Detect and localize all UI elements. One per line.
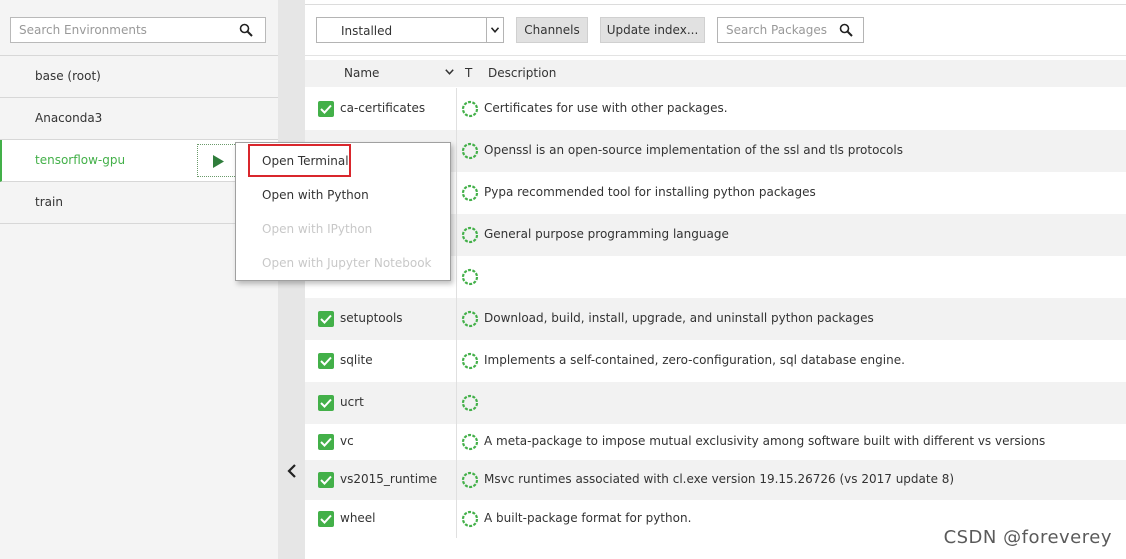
package-search-input[interactable]	[718, 18, 833, 42]
menu-item-open-with-ipython: Open with IPython	[262, 222, 373, 236]
search-icon[interactable]	[239, 23, 253, 37]
column-divider	[456, 130, 457, 172]
environment-run-button[interactable]	[197, 144, 237, 177]
table-row[interactable]: vc A meta-package to impose mutual exclus…	[305, 424, 1126, 460]
column-divider	[456, 256, 457, 298]
checkmark-icon	[320, 356, 332, 366]
menu-item-open-terminal[interactable]: Open Terminal	[262, 154, 349, 168]
column-header-name[interactable]: Name	[344, 66, 379, 80]
watermark: CSDN @foreverey	[943, 527, 1112, 548]
sort-chevron-down-icon[interactable]	[445, 69, 454, 75]
dropdown-arrow[interactable]	[486, 18, 503, 42]
package-description: A built-package format for python.	[484, 511, 692, 525]
column-divider	[456, 460, 457, 500]
checkmark-icon	[320, 437, 332, 447]
package-name: ca-certificates	[340, 101, 426, 115]
installed-checkbox[interactable]	[318, 511, 334, 527]
package-name: vs2015_runtime	[340, 472, 438, 486]
package-description: Download, build, install, upgrade, and u…	[484, 311, 874, 325]
environment-search-box[interactable]	[10, 17, 266, 43]
environment-label: train	[35, 195, 63, 209]
package-name: sqlite	[340, 353, 373, 367]
table-row[interactable]: ucrt	[305, 382, 1126, 424]
package-status-icon[interactable]	[461, 268, 479, 286]
package-description: Openssl is an open-source implementation…	[484, 143, 903, 157]
package-status-icon[interactable]	[461, 471, 479, 489]
divider	[305, 4, 1126, 5]
menu-item-open-with-jupyter-notebook: Open with Jupyter Notebook	[262, 256, 432, 270]
checkmark-icon	[320, 475, 332, 485]
environment-label: tensorflow-gpu	[35, 153, 126, 167]
update-index-button[interactable]: Update index...	[600, 17, 705, 43]
environment-context-menu: Open Terminal Open with Python Open with…	[235, 142, 451, 281]
environment-label: Anaconda3	[35, 111, 103, 125]
play-icon	[213, 155, 224, 168]
column-divider	[456, 382, 457, 424]
environment-item-base[interactable]: base (root)	[0, 56, 278, 98]
anaconda-navigator-window: base (root) Anaconda3 tensorflow-gpu tra…	[0, 0, 1126, 559]
table-row[interactable]: sqlite Implements a self-contained, zero-…	[305, 340, 1126, 382]
package-description: Certificates for use with other packages…	[484, 101, 728, 115]
menu-item-open-with-python[interactable]: Open with Python	[262, 188, 369, 202]
installed-checkbox[interactable]	[318, 353, 334, 369]
package-status-icon[interactable]	[461, 226, 479, 244]
search-icon[interactable]	[839, 23, 853, 37]
environment-item-anaconda3[interactable]: Anaconda3	[0, 98, 278, 140]
package-description: Implements a self-contained, zero-config…	[484, 353, 905, 367]
installed-checkbox[interactable]	[318, 101, 334, 117]
package-status-icon[interactable]	[461, 510, 479, 528]
column-divider	[456, 172, 457, 214]
column-header-description[interactable]: Description	[488, 66, 556, 80]
package-status-icon[interactable]	[461, 310, 479, 328]
chevron-left-icon	[287, 464, 296, 478]
environment-search-input[interactable]	[11, 18, 231, 42]
installed-checkbox[interactable]	[318, 472, 334, 488]
package-description: A meta-package to impose mutual exclusiv…	[484, 434, 1046, 448]
package-status-icon[interactable]	[461, 394, 479, 412]
package-search-box[interactable]	[717, 17, 864, 43]
package-status-icon[interactable]	[461, 433, 479, 451]
checkmark-icon	[320, 314, 332, 324]
package-status-icon[interactable]	[461, 352, 479, 370]
installed-checkbox[interactable]	[318, 311, 334, 327]
package-table-header: Name T Description	[305, 60, 1126, 87]
package-status-icon[interactable]	[461, 184, 479, 202]
column-divider	[456, 424, 457, 460]
column-divider	[456, 340, 457, 382]
installed-checkbox[interactable]	[318, 434, 334, 450]
package-filter-value: Installed	[341, 24, 393, 38]
package-status-icon[interactable]	[461, 100, 479, 118]
column-divider	[456, 298, 457, 340]
checkmark-icon	[320, 104, 332, 114]
package-description: General purpose programming language	[484, 227, 729, 241]
collapse-panel-button[interactable]	[286, 462, 298, 480]
package-description: Pypa recommended tool for installing pyt…	[484, 185, 816, 199]
package-name: wheel	[340, 511, 376, 525]
table-row[interactable]: setuptools Download, build, install, upgr…	[305, 298, 1126, 340]
installed-checkbox[interactable]	[318, 395, 334, 411]
channels-button[interactable]: Channels	[516, 17, 588, 43]
table-row[interactable]: ca-certificates Certificates for use with…	[305, 88, 1126, 130]
package-name: setuptools	[340, 311, 403, 325]
column-divider	[456, 214, 457, 256]
package-name: ucrt	[340, 395, 364, 409]
column-divider	[456, 88, 457, 130]
environment-label: base (root)	[35, 69, 101, 83]
divider	[305, 55, 1126, 56]
checkmark-icon	[320, 514, 332, 524]
package-description: Msvc runtimes associated with cl.exe ver…	[484, 472, 955, 486]
table-row[interactable]: vs2015_runtime Msvc runtimes associated w…	[305, 460, 1126, 500]
column-header-type[interactable]: T	[465, 66, 472, 80]
package-status-icon[interactable]	[461, 142, 479, 160]
package-name: vc	[340, 434, 354, 448]
package-filter-dropdown[interactable]: Installed	[316, 17, 504, 43]
checkmark-icon	[320, 398, 332, 408]
chevron-down-icon	[491, 27, 499, 33]
column-divider	[456, 500, 457, 538]
